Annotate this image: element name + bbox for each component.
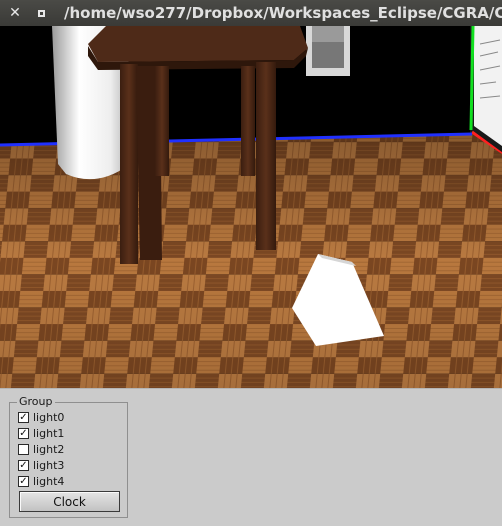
light3-row[interactable]: ✓ light3	[18, 458, 64, 472]
light0-checkbox[interactable]: ✓	[18, 411, 29, 423]
control-panel: Group ✓ light0 ✓ light1 light2 ✓ light3 …	[0, 388, 502, 526]
light2-label: light2	[33, 442, 65, 456]
window-titlebar: ✕ /home/wso277/Dropbox/Workspaces_Eclips…	[0, 0, 502, 26]
close-icon[interactable]: ✕	[2, 0, 28, 26]
light4-label: light4	[33, 474, 65, 488]
group-title: Group	[17, 395, 55, 408]
opengl-viewport[interactable]	[0, 26, 502, 388]
light2-checkbox[interactable]	[18, 443, 29, 455]
clock-button[interactable]: Clock	[19, 491, 120, 512]
lights-group: Group ✓ light0 ✓ light1 light2 ✓ light3 …	[9, 395, 128, 518]
light1-row[interactable]: ✓ light1	[18, 426, 64, 440]
light0-label: light0	[33, 410, 65, 424]
window-frame-shape	[306, 26, 350, 76]
light1-checkbox[interactable]: ✓	[18, 427, 29, 439]
light0-row[interactable]: ✓ light0	[18, 410, 64, 424]
right-wall-shape	[469, 26, 502, 156]
light1-label: light1	[33, 426, 65, 440]
minimize-button[interactable]	[28, 0, 54, 26]
light3-checkbox[interactable]: ✓	[18, 459, 29, 471]
square-icon	[37, 9, 45, 17]
window-title: /home/wso277/Dropbox/Workspaces_Eclipse/…	[64, 4, 502, 22]
light4-checkbox[interactable]: ✓	[18, 475, 29, 487]
light2-row[interactable]: light2	[18, 442, 64, 456]
light3-label: light3	[33, 458, 65, 472]
light4-row[interactable]: ✓ light4	[18, 474, 64, 488]
